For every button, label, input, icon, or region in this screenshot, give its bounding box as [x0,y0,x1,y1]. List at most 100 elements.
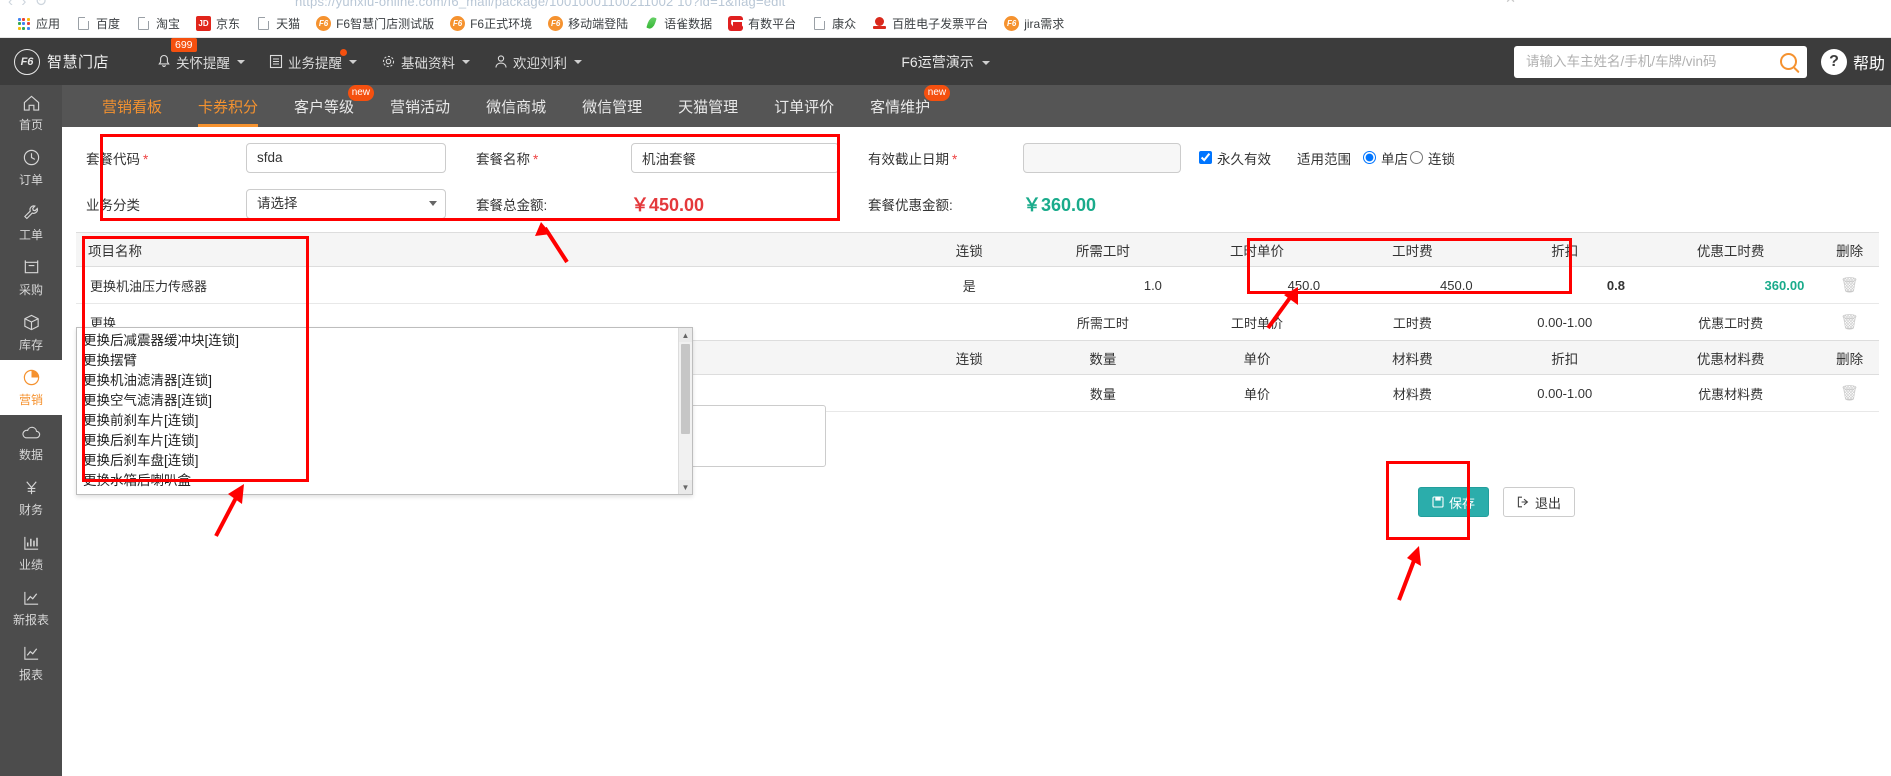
sidebar-item-workorders[interactable]: 工单 [0,195,62,250]
trash-icon[interactable]: 🗑 [1840,277,1859,294]
sidebar-item-new-report[interactable]: 新报表 [0,580,62,635]
tab-customer-care[interactable]: 客情维护 new [852,85,951,127]
tab-order-review[interactable]: 订单评价 [756,85,852,127]
cell-unit-price[interactable]: 单价 [1177,374,1337,412]
table-row[interactable]: 更换机油压力传感器 是 1.0 450.0 450.0 0.8 360.00 🗑 [76,266,1879,304]
suggestion-scrollbar[interactable]: ▲ ▼ [678,328,692,494]
list-item[interactable]: 更换后减震器缓冲块[连锁] [83,331,678,351]
scroll-up-icon[interactable]: ▲ [679,328,692,342]
list-item[interactable]: 更换摆臂 [83,351,678,371]
bookmark-baidu[interactable]: 百度 [68,12,128,36]
line-chart-icon [21,643,41,663]
package-code-input[interactable] [246,142,446,173]
cell-hours[interactable]: 所需工时 [1027,303,1178,341]
item-suggestion-dropdown[interactable]: 更换后减震器缓冲块[连锁] 更换摆臂 更换机油滤清器[连锁] 更换空气滤清器[连… [76,327,693,495]
bookmark-youshu[interactable]: 有数平台 [720,12,804,36]
tab-wechat-manage[interactable]: 微信管理 [564,85,660,127]
category-select[interactable]: 请选择 [246,188,446,219]
list-item[interactable]: 更换后刹车片[连锁] [83,431,678,451]
notification-dot [340,48,347,56]
brand[interactable]: F6 智慧门店 [14,48,149,75]
menu-care-reminder[interactable]: 关怀提醒 699 [157,37,245,72]
close-icon[interactable]: ✕ [1505,0,1516,7]
bookmark-jira[interactable]: F6 jira需求 [996,12,1072,36]
list-item[interactable]: 更换空气滤清器[连锁] [83,391,678,411]
help-button[interactable]: ? 帮助 [1820,48,1885,75]
bookmark-tmall[interactable]: 天猫 [248,12,308,36]
bookmark-yuque[interactable]: 语雀数据 [636,12,720,36]
cell-item-name[interactable]: 更换机油压力传感器 [76,266,803,304]
cell-hours[interactable]: 1.0 [1027,266,1178,304]
sidebar-item-report[interactable]: 报表 [0,635,62,690]
bookmark-taobao[interactable]: 淘宝 [128,12,188,36]
bookmark-mobile-login[interactable]: F6 移动端登陆 [540,12,636,36]
document-icon [256,16,271,31]
sidebar-item-inventory[interactable]: 库存 [0,305,62,360]
cell-discount[interactable]: 0.00-1.00 [1488,374,1641,412]
bookmark-baisheng[interactable]: 百胜电子发票平台 [864,12,996,36]
bookmark-apps[interactable]: 应用 [8,12,68,36]
cell-delete[interactable]: 🗑 [1820,266,1879,304]
save-button[interactable]: 保存 [1417,487,1489,517]
list-item[interactable]: 更换水箱后喇叭盒 [83,471,678,491]
expiry-date-input[interactable] [1023,142,1181,173]
cell-unit-price[interactable]: 450.0 [1177,266,1337,304]
sidebar-item-performance[interactable]: 业绩 [0,525,62,580]
exit-button[interactable]: 退出 [1502,487,1575,517]
sidebar-item-data[interactable]: 数据 [0,415,62,470]
scroll-down-icon[interactable]: ▼ [679,480,692,494]
bookmark-f6-test[interactable]: F6 F6智慧门店测试版 [308,12,442,36]
scope-chain-radio[interactable] [1410,151,1423,164]
cell-discount-material-fee[interactable]: 优惠材料费 [1640,374,1821,412]
tab-marketing-board[interactable]: 营销看板 [84,85,180,127]
browser-nav-icons[interactable]: ‹ › ↻ [8,0,47,10]
address-bar-url[interactable]: https://yunxiu-online.com/f6_mall/packag… [295,0,786,9]
trash-icon[interactable]: 🗑 [1840,314,1859,331]
scope-option-chain[interactable]: 连锁 [1410,148,1455,168]
forever-valid-checkbox[interactable]: 永久有效 [1199,148,1271,168]
cell-discount-fee[interactable]: 360.00 [1640,266,1821,304]
bookmark-jd[interactable]: JD 京东 [188,12,248,36]
th-delete: 删除 [1820,340,1879,375]
tab-customer-level[interactable]: 客户等级 new [276,85,375,127]
tab-card-points[interactable]: 卡券积分 [180,85,276,127]
tab-tmall-manage[interactable]: 天猫管理 [660,85,756,127]
sidebar-item-home[interactable]: 首页 [0,85,62,140]
leaf-icon [644,16,659,31]
sidebar-item-orders[interactable]: 订单 [0,140,62,195]
store-selector[interactable]: F6运营演示 [846,52,1046,72]
list-item[interactable]: 更换前刹车片[连锁] [83,411,678,431]
cell-discount[interactable]: 0.8 [1488,266,1641,304]
forever-valid-input[interactable] [1199,151,1212,164]
global-search[interactable] [1513,45,1807,78]
menu-user[interactable]: 欢迎刘利 [494,52,582,72]
sidebar-item-finance[interactable]: 财务 [0,470,62,525]
cell-qty[interactable]: 数量 [1027,374,1178,412]
remark-textarea[interactable] [682,405,826,467]
scope-single-radio[interactable] [1363,151,1376,164]
sidebar-item-label: 工单 [18,227,43,242]
category-select-wrap[interactable]: 请选择 [246,188,446,219]
cell-delete[interactable]: 🗑 [1820,303,1879,341]
list-item[interactable]: 更换机油滤清器[连锁] [83,371,678,391]
bookmark-f6-prod[interactable]: F6 F6正式环境 [442,12,540,36]
menu-basic-data[interactable]: 基础资料 [381,52,470,72]
cell-unit-price[interactable]: 工时单价 [1177,303,1337,341]
search-icon[interactable] [1779,53,1797,70]
list-item[interactable]: 更换后刹车盘[连锁] [83,451,678,471]
cell-discount[interactable]: 0.00-1.00 [1488,303,1641,341]
package-name-input[interactable] [631,142,839,173]
sidebar-item-purchase[interactable]: 采购 [0,250,62,305]
scrollbar-thumb[interactable] [681,344,690,434]
cell-discount-fee[interactable]: 优惠工时费 [1640,303,1821,341]
bookmark-kangzhong[interactable]: 康众 [804,12,864,36]
scope-option-single[interactable]: 单店 [1363,148,1408,168]
tab-wechat-mall[interactable]: 微信商城 [468,85,564,127]
sidebar-item-marketing[interactable]: 营销 [0,360,62,415]
menu-label: 欢迎刘利 [513,55,567,71]
cell-delete[interactable]: 🗑 [1820,374,1879,412]
search-input[interactable] [1523,53,1780,70]
tab-marketing-activity[interactable]: 营销活动 [372,85,468,127]
menu-business-reminder[interactable]: 业务提醒 [269,48,357,72]
trash-icon[interactable]: 🗑 [1840,385,1859,402]
